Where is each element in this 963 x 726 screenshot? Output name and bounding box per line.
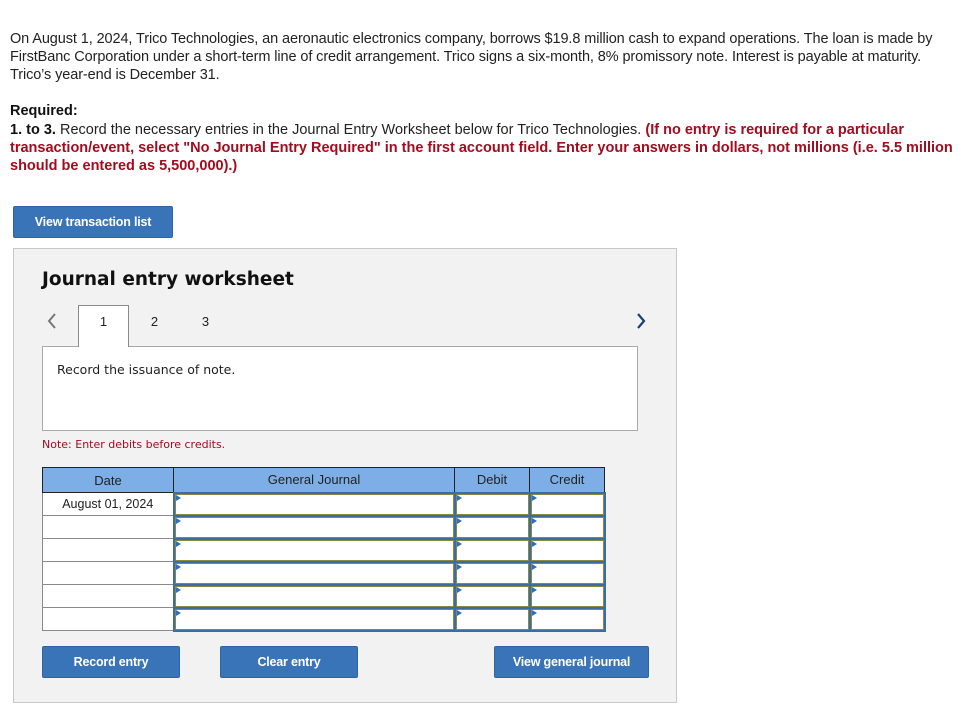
account-select[interactable]	[174, 539, 454, 561]
dropdown-marker-icon	[175, 609, 181, 616]
debit-cell[interactable]	[453, 560, 531, 586]
record-entry-button[interactable]: Record entry	[42, 646, 180, 678]
table-row	[42, 537, 606, 563]
debit-input[interactable]	[455, 539, 529, 561]
debit-cell[interactable]	[453, 537, 531, 563]
debit-input[interactable]	[455, 562, 529, 584]
credit-cell[interactable]	[528, 537, 606, 563]
input-marker-icon	[456, 609, 462, 616]
date-cell	[42, 515, 174, 539]
credit-input[interactable]	[530, 562, 604, 584]
debit-cell[interactable]	[453, 514, 531, 540]
tab-entry-1[interactable]: 1	[78, 305, 129, 347]
input-marker-icon	[456, 494, 462, 501]
account-cell[interactable]	[172, 537, 456, 563]
date-cell	[42, 538, 174, 562]
tab-entry-3[interactable]: 3	[180, 305, 231, 347]
input-marker-icon	[456, 540, 462, 547]
credit-cell[interactable]	[528, 514, 606, 540]
header-debit: Debit	[454, 467, 530, 493]
credit-cell[interactable]	[528, 560, 606, 586]
table-row	[42, 583, 606, 609]
table-row	[42, 606, 606, 632]
credit-input[interactable]	[530, 608, 604, 630]
worksheet-title: Journal entry worksheet	[42, 269, 294, 290]
dropdown-marker-icon	[175, 517, 181, 524]
debit-cell[interactable]	[453, 491, 531, 517]
journal-entry-table: Date General Journal Debit Credit August…	[42, 467, 606, 632]
header-date: Date	[42, 467, 174, 493]
date-cell	[42, 584, 174, 608]
input-marker-icon	[531, 609, 537, 616]
input-marker-icon	[531, 563, 537, 570]
debit-input[interactable]	[455, 493, 529, 515]
credit-input[interactable]	[530, 493, 604, 515]
next-entry-button[interactable]	[631, 309, 651, 333]
credit-input[interactable]	[530, 539, 604, 561]
table-row	[42, 514, 606, 540]
debit-cell[interactable]	[453, 606, 531, 632]
debit-input[interactable]	[455, 608, 529, 630]
clear-entry-button[interactable]: Clear entry	[220, 646, 358, 678]
required-instructions: 1. to 3. Record the necessary entries in…	[10, 121, 955, 175]
chevron-right-icon	[636, 313, 646, 329]
account-select[interactable]	[174, 562, 454, 584]
credit-input[interactable]	[530, 585, 604, 607]
input-marker-icon	[456, 563, 462, 570]
debit-input[interactable]	[455, 585, 529, 607]
account-cell[interactable]	[172, 560, 456, 586]
dropdown-marker-icon	[175, 563, 181, 570]
problem-intro: On August 1, 2024, Trico Technologies, a…	[10, 31, 933, 83]
required-number: 1. to 3.	[10, 122, 56, 138]
entry-description: Record the issuance of note.	[57, 362, 236, 377]
account-select[interactable]	[174, 608, 454, 630]
account-select[interactable]	[174, 516, 454, 538]
date-cell: August 01, 2024	[42, 492, 174, 516]
account-select[interactable]	[174, 493, 454, 515]
input-marker-icon	[456, 586, 462, 593]
input-marker-icon	[531, 494, 537, 501]
view-transaction-list-button[interactable]: View transaction list	[13, 206, 173, 238]
credit-input[interactable]	[530, 516, 604, 538]
account-cell[interactable]	[172, 583, 456, 609]
input-marker-icon	[531, 586, 537, 593]
credit-cell[interactable]	[528, 583, 606, 609]
tab-entry-2[interactable]: 2	[129, 305, 180, 347]
credit-cell[interactable]	[528, 491, 606, 517]
table-row: August 01, 2024	[42, 491, 606, 517]
table-row	[42, 560, 606, 586]
view-general-journal-button[interactable]: View general journal	[494, 646, 649, 678]
entry-description-box: Record the issuance of note.	[42, 346, 638, 431]
debits-credits-note: Note: Enter debits before credits.	[42, 438, 226, 451]
input-marker-icon	[531, 540, 537, 547]
account-cell[interactable]	[172, 606, 456, 632]
chevron-left-icon	[47, 313, 57, 329]
account-select[interactable]	[174, 585, 454, 607]
required-text: Record the necessary entries in the Jour…	[55, 122, 646, 138]
credit-cell[interactable]	[528, 606, 606, 632]
previous-entry-button[interactable]	[42, 309, 62, 333]
journal-entry-worksheet: Journal entry worksheet 1 2 3 Record the…	[13, 248, 677, 703]
input-marker-icon	[456, 517, 462, 524]
required-heading: Required:	[10, 103, 78, 119]
header-credit: Credit	[529, 467, 605, 493]
date-cell	[42, 607, 174, 631]
header-general-journal: General Journal	[173, 467, 455, 493]
debit-input[interactable]	[455, 516, 529, 538]
dropdown-marker-icon	[175, 540, 181, 547]
input-marker-icon	[531, 517, 537, 524]
dropdown-marker-icon	[175, 586, 181, 593]
table-header-row: Date General Journal Debit Credit	[42, 467, 605, 493]
debit-cell[interactable]	[453, 583, 531, 609]
account-cell[interactable]	[172, 514, 456, 540]
date-cell	[42, 561, 174, 585]
dropdown-marker-icon	[175, 494, 181, 501]
account-cell[interactable]	[172, 491, 456, 517]
